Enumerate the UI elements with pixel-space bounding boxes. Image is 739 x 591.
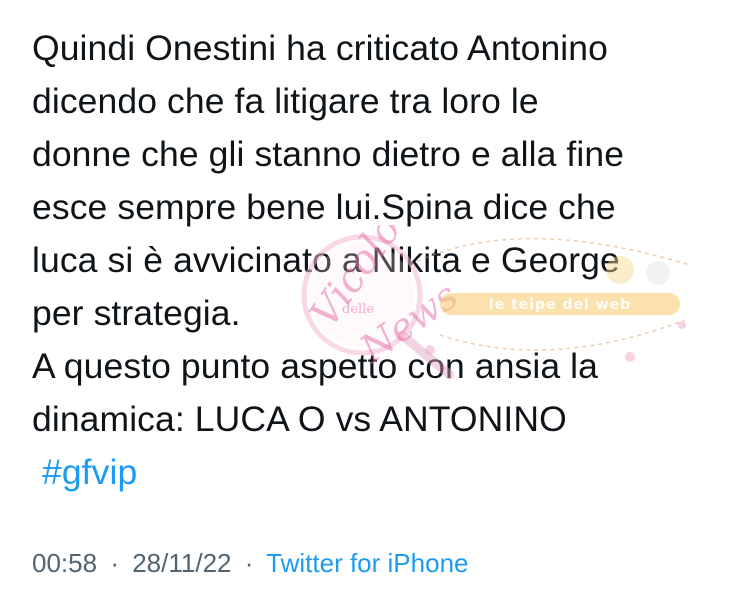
tweet-line: luca si è avvicinato a Nikita e George: [32, 240, 620, 280]
tweet-line: donne che gli stanno dietro e alla fine: [32, 134, 625, 174]
hashtag-link[interactable]: #gfvip: [32, 446, 722, 499]
tweet-time[interactable]: 00:58: [32, 548, 97, 578]
meta-separator: ·: [244, 548, 254, 578]
tweet-line: dinamica: LUCA O vs ANTONINO: [32, 399, 567, 439]
meta-separator: ·: [110, 548, 119, 578]
tweet-text: Quindi Onestini ha criticato Antonino di…: [32, 22, 722, 499]
tweet-line: per strategia.: [32, 293, 241, 333]
tweet-line: dicendo che fa litigare tra loro le: [32, 81, 539, 121]
tweet-line: A questo punto aspetto con ansia la: [32, 346, 599, 386]
tweet-meta: 00:58 · 28/11/22 · Twitter for iPhone: [32, 545, 468, 581]
tweet-date[interactable]: 28/11/22: [132, 548, 231, 578]
tweet-line: esce sempre bene lui.Spina dice che: [32, 187, 616, 227]
tweet-source-link[interactable]: Twitter for iPhone: [266, 548, 468, 578]
tweet-line: Quindi Onestini ha criticato Antonino: [32, 28, 608, 68]
